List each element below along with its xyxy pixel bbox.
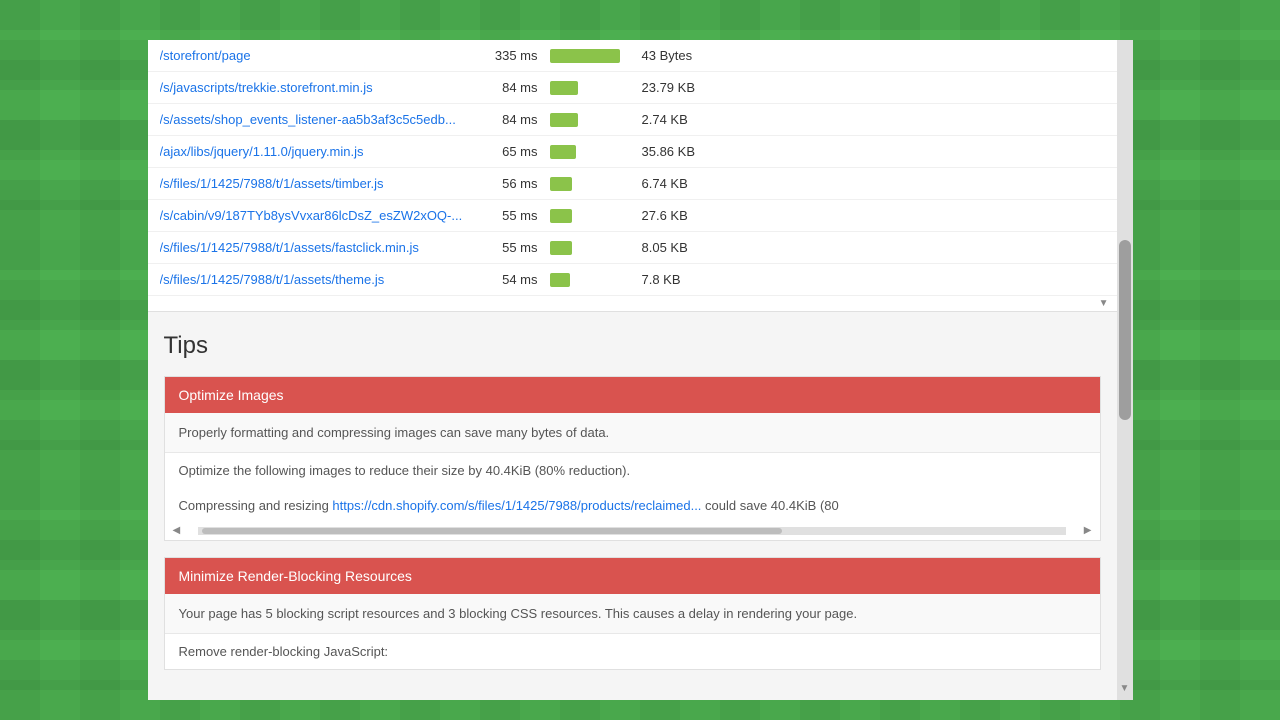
content-area[interactable]: /storefront/page 335 ms 43 Bytes /s/java… xyxy=(148,40,1117,700)
resource-bar xyxy=(550,177,572,191)
tip-detail-render: Remove render-blocking JavaScript: xyxy=(165,634,1100,669)
tip-detail-optimize: Optimize the following images to reduce … xyxy=(165,453,1100,488)
tips-section: Tips Optimize Images Properly formatting… xyxy=(148,312,1117,700)
tip-detail-link[interactable]: https://cdn.shopify.com/s/files/1/1425/7… xyxy=(332,498,701,513)
resource-time: 56 ms xyxy=(480,176,550,191)
resource-bar-container xyxy=(550,49,630,63)
resource-size: 2.74 KB xyxy=(630,112,1105,127)
table-row: /s/javascripts/trekkie.storefront.min.js… xyxy=(148,72,1117,104)
resource-bar-container xyxy=(550,113,630,127)
tip-header: Optimize Images xyxy=(165,377,1100,413)
tip-detail-link-suffix: could save 40.4KiB (80 xyxy=(701,498,838,513)
resource-size: 7.8 KB xyxy=(630,272,1105,287)
horizontal-scrollbar-thumb xyxy=(202,528,782,534)
tip-detail-link-prefix: Compressing and resizing xyxy=(179,498,333,513)
tip-detail-text: Remove render-blocking JavaScript: xyxy=(179,644,389,659)
resource-time: 335 ms xyxy=(480,48,550,63)
resource-url[interactable]: /s/files/1/1425/7988/t/1/assets/fastclic… xyxy=(160,240,480,255)
resource-url[interactable]: /s/files/1/1425/7988/t/1/assets/theme.js xyxy=(160,272,480,287)
horizontal-scrollbar[interactable] xyxy=(198,527,1066,535)
resource-time: 54 ms xyxy=(480,272,550,287)
table-row: /storefront/page 335 ms 43 Bytes xyxy=(148,40,1117,72)
table-row: /s/files/1/1425/7988/t/1/assets/fastclic… xyxy=(148,232,1117,264)
tip-detail-link-row: Compressing and resizing https://cdn.sho… xyxy=(165,488,1100,523)
resource-time: 65 ms xyxy=(480,144,550,159)
resource-size: 43 Bytes xyxy=(630,48,1105,63)
resource-bar-container xyxy=(550,177,630,191)
resource-size: 27.6 KB xyxy=(630,208,1105,223)
resource-bar xyxy=(550,49,620,63)
resource-time: 55 ms xyxy=(480,240,550,255)
table-row: /ajax/libs/jquery/1.11.0/jquery.min.js 6… xyxy=(148,136,1117,168)
resource-time: 84 ms xyxy=(480,80,550,95)
resource-url[interactable]: /s/javascripts/trekkie.storefront.min.js xyxy=(160,80,480,95)
scroll-down-arrow-icon[interactable]: ▼ xyxy=(1120,683,1130,694)
table-row: /s/files/1/1425/7988/t/1/assets/theme.js… xyxy=(148,264,1117,296)
resource-bar-container xyxy=(550,145,630,159)
scroll-right-icon[interactable]: ▶ xyxy=(1084,525,1092,536)
table-row: /s/assets/shop_events_listener-aa5b3af3c… xyxy=(148,104,1117,136)
resource-bar-container xyxy=(550,209,630,223)
resource-url[interactable]: /s/files/1/1425/7988/t/1/assets/timber.j… xyxy=(160,176,480,191)
tip-detail-link-container: Compressing and resizing https://cdn.sho… xyxy=(165,488,1100,540)
resource-url[interactable]: /storefront/page xyxy=(160,48,480,63)
scrollbar-thumb xyxy=(1119,240,1131,420)
tip-description: Your page has 5 blocking script resource… xyxy=(165,594,1100,634)
vertical-scrollbar[interactable]: ▼ xyxy=(1117,40,1133,700)
resource-size: 23.79 KB xyxy=(630,80,1105,95)
scroll-left-icon[interactable]: ◀ xyxy=(173,525,181,536)
resource-bar xyxy=(550,273,570,287)
tip-card-optimize-images: Optimize Images Properly formatting and … xyxy=(164,376,1101,541)
resource-bar xyxy=(550,241,572,255)
resource-time: 55 ms xyxy=(480,208,550,223)
table-row: /s/cabin/v9/187TYb8ysVvxar86lcDsZ_esZW2x… xyxy=(148,200,1117,232)
resource-bar xyxy=(550,113,578,127)
resource-size: 8.05 KB xyxy=(630,240,1105,255)
resource-bar xyxy=(550,209,572,223)
resource-url[interactable]: /s/assets/shop_events_listener-aa5b3af3c… xyxy=(160,112,480,127)
resource-bar-container xyxy=(550,241,630,255)
resource-bar-container xyxy=(550,273,630,287)
tips-title: Tips xyxy=(164,332,1101,360)
resource-bar xyxy=(550,81,578,95)
resource-time: 84 ms xyxy=(480,112,550,127)
tip-card-render-blocking: Minimize Render-Blocking Resources Your … xyxy=(164,557,1101,670)
tip-detail-text: Optimize the following images to reduce … xyxy=(179,463,631,478)
resource-url[interactable]: /ajax/libs/jquery/1.11.0/jquery.min.js xyxy=(160,144,480,159)
resource-bar-container xyxy=(550,81,630,95)
tip-description: Properly formatting and compressing imag… xyxy=(165,413,1100,453)
resource-url[interactable]: /s/cabin/v9/187TYb8ysVvxar86lcDsZ_esZW2x… xyxy=(160,208,480,223)
resource-size: 35.86 KB xyxy=(630,144,1105,159)
tip-header: Minimize Render-Blocking Resources xyxy=(165,558,1100,594)
resource-size: 6.74 KB xyxy=(630,176,1105,191)
table-row: /s/files/1/1425/7988/t/1/assets/timber.j… xyxy=(148,168,1117,200)
resource-table: /storefront/page 335 ms 43 Bytes /s/java… xyxy=(148,40,1117,312)
resource-bar xyxy=(550,145,576,159)
main-panel: /storefront/page 335 ms 43 Bytes /s/java… xyxy=(148,40,1133,700)
scroll-down-icon[interactable]: ▼ xyxy=(1099,298,1109,309)
